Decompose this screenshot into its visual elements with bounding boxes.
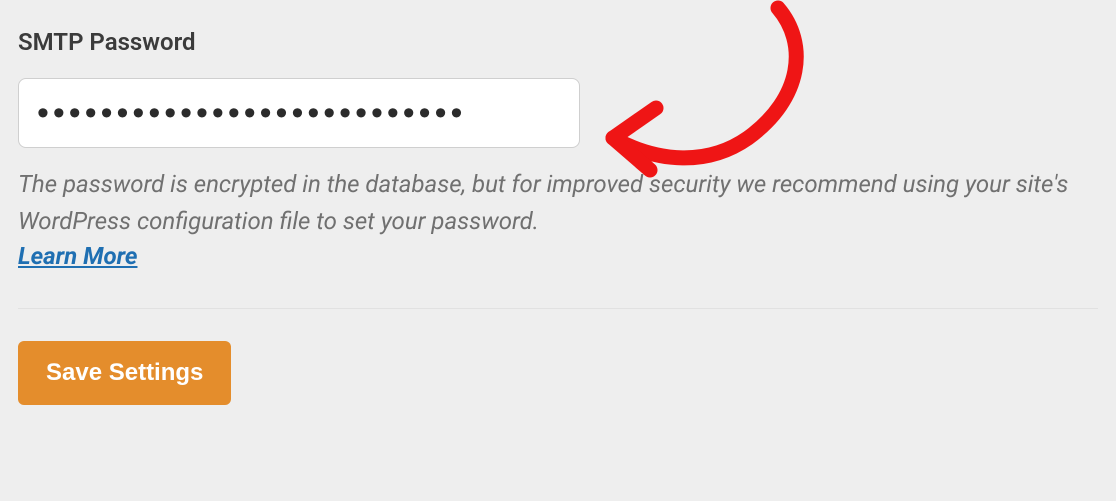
smtp-password-helper-text: The password is encrypted in the databas… — [18, 166, 1098, 240]
smtp-password-label: SMTP Password — [18, 28, 1098, 56]
save-settings-button[interactable]: Save Settings — [18, 341, 231, 405]
smtp-password-input[interactable] — [18, 78, 580, 148]
learn-more-link[interactable]: Learn More — [18, 242, 137, 270]
section-divider — [18, 308, 1098, 309]
